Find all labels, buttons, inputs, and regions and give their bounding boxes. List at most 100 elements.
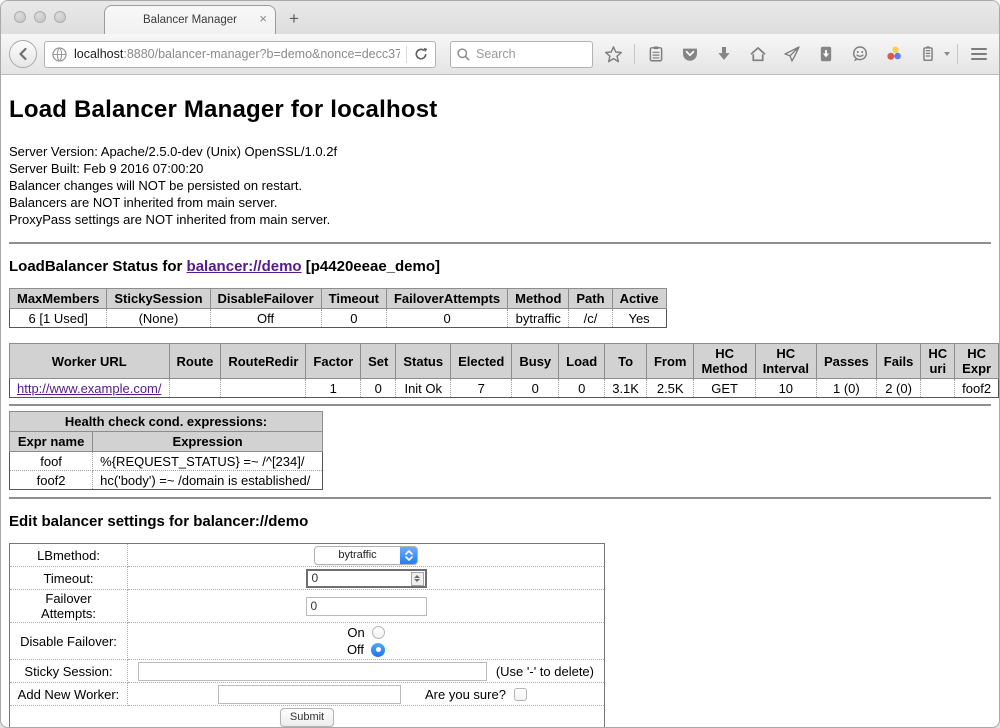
disable-failover-label: Disable Failover: [10,623,128,660]
value-cell: 1 [306,379,361,398]
divider [9,497,991,499]
window-zoom-button[interactable] [54,11,66,23]
value-cell: 3.1K [605,379,647,398]
form-row: Failover Attempts: 0 [10,590,605,623]
value-cell: 0 [386,309,507,328]
header-cell: Expr name [10,432,93,452]
window-controls [14,11,66,23]
toolbar-divider [957,44,958,64]
health-check-table: Health check cond. expressions: Expr nam… [9,411,323,490]
downloads-button[interactable] [710,41,737,68]
disable-failover-cell: On Off [128,623,605,660]
address-text[interactable]: localhost:8880/balancer-manager?b=demo&n… [74,47,400,61]
radio-on-label: On [347,625,364,640]
back-icon [15,46,31,62]
are-you-sure-checkbox[interactable] [514,688,527,701]
send-tab-button[interactable] [778,41,805,68]
number-spinner-icon[interactable] [411,572,424,586]
table-row: 6 [1 Used] (None) Off 0 0 bytraffic /c/ … [10,309,667,328]
table-row: foof %{REQUEST_STATUS} =~ /^[234]/ [10,452,323,471]
value-cell: 0 [512,379,559,398]
chevron-down-icon[interactable] [944,52,950,56]
tab-title: Balancer Manager [143,14,237,26]
edit-settings-heading: Edit balancer settings for balancer://de… [9,513,991,530]
download-icon [715,45,733,63]
send-plane-icon [783,45,801,63]
radio-option-off: Off [135,641,597,658]
failover-attempts-input[interactable]: 0 [306,597,427,616]
value-cell: GET [694,379,755,398]
value-cell: Init Ok [396,379,451,398]
worker-row: http://www.example.com/ 1 0 Init Ok 7 0 … [10,379,999,398]
sidebar-list-button[interactable] [914,41,941,68]
expr-name-cell: foof [10,452,93,471]
sticky-session-input[interactable] [138,662,487,681]
tab-strip: Balancer Manager × + [1,1,999,34]
balancer-status-table: MaxMembers StickySession DisableFailover… [9,288,667,328]
lbmethod-selected-value: bytraffic [315,549,400,561]
value-cell: Off [210,309,321,328]
page-title: Load Balancer Manager for localhost [9,96,991,124]
table-header-row: Worker URL Route RouteRedir Factor Set S… [10,344,999,379]
select-stepper-icon [400,546,417,565]
header-cell: Timeout [321,289,386,309]
are-you-sure-label: Are you sure? [425,687,506,702]
header-cell: DisableFailover [210,289,321,309]
table-row: foof2 hc('body') =~ /domain is establish… [10,471,323,490]
device-download-icon [817,45,835,63]
header-cell: Active [612,289,666,309]
radio-on[interactable] [372,626,385,639]
url-bar[interactable]: localhost:8880/balancer-manager?b=demo&n… [44,41,436,68]
table-header-row: Expr name Expression [10,432,323,452]
lbmethod-select[interactable]: bytraffic [314,546,418,565]
balancer-demo-link[interactable]: balancer://demo [187,258,302,275]
search-bar[interactable] [450,41,593,68]
inherit-notice-line: Balancers are NOT inherited from main se… [9,194,991,211]
server-built-line: Server Built: Feb 9 2016 07:00:20 [9,160,991,177]
reload-icon[interactable] [413,46,429,62]
reading-list-button[interactable] [642,41,669,68]
window-minimize-button[interactable] [34,11,46,23]
header-cell: Route [169,344,221,379]
feedback-button[interactable] [846,41,873,68]
expression-cell: hc('body') =~ /domain is established/ [93,471,323,490]
window-close-button[interactable] [14,11,26,23]
header-cell: Passes [816,344,876,379]
bookmark-button[interactable] [600,41,627,68]
header-cell: Load [559,344,605,379]
timeout-label: Timeout: [10,567,128,590]
url-divider [406,46,407,63]
sticky-session-cell: (Use '-' to delete) [128,660,605,683]
value-cell: 7 [451,379,512,398]
health-table-title: Health check cond. expressions: [10,412,323,432]
value-cell [221,379,306,398]
header-cell: HC Expr [955,344,999,379]
timeout-input[interactable]: 0 [306,569,427,588]
add-worker-label: Add New Worker: [10,683,128,706]
form-row: LBmethod: bytraffic [10,544,605,567]
menu-button[interactable] [965,41,992,68]
submit-button[interactable]: Submit [280,708,334,727]
device-sync-button[interactable] [812,41,839,68]
tab-close-icon[interactable]: × [259,12,267,26]
back-button[interactable] [9,40,37,68]
home-button[interactable] [744,41,771,68]
radio-off[interactable] [371,643,385,657]
add-worker-input[interactable] [218,685,401,704]
pocket-button[interactable] [676,41,703,68]
proxypass-notice-line: ProxyPass settings are NOT inherited fro… [9,211,991,228]
colors-extension-button[interactable] [880,41,907,68]
header-cell: StickySession [107,289,210,309]
persist-notice-line: Balancer changes will NOT be persisted o… [9,177,991,194]
value-cell: (None) [107,309,210,328]
header-cell: HC uri [921,344,955,379]
tab-balancer-manager[interactable]: Balancer Manager × [104,5,276,34]
table-header-row: MaxMembers StickySession DisableFailover… [10,289,667,309]
add-worker-cell: Are you sure? [128,683,605,706]
new-tab-button[interactable]: + [289,9,299,29]
worker-url-link[interactable]: http://www.example.com/ [17,381,162,396]
search-icon [456,47,471,62]
value-cell: 1 (0) [816,379,876,398]
header-cell: Elected [451,344,512,379]
search-input[interactable] [476,47,576,61]
